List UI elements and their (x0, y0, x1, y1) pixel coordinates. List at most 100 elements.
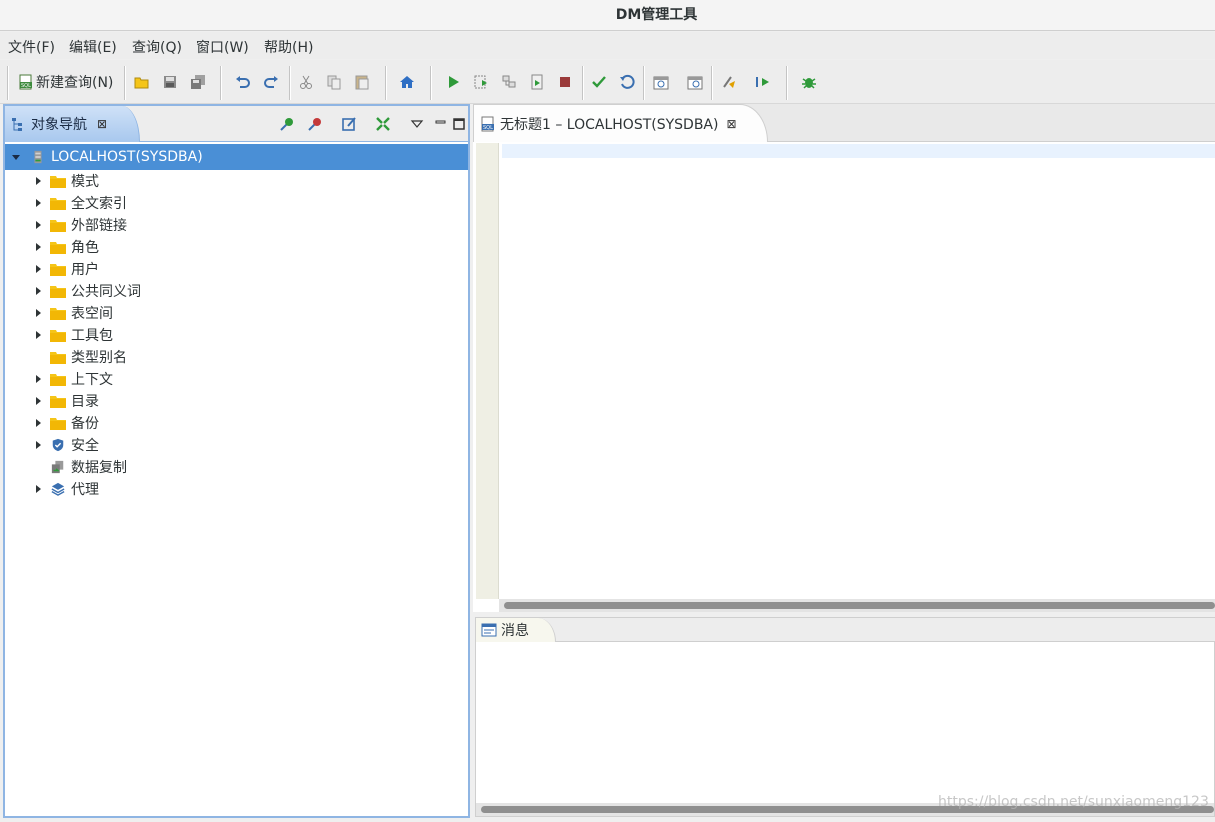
caret-right-icon[interactable] (31, 262, 45, 276)
tree-item[interactable]: 模式 (5, 170, 468, 192)
tree-item[interactable]: 目录 (5, 390, 468, 412)
tree-item-label: 模式 (71, 174, 99, 190)
tree-item[interactable]: 备份 (5, 412, 468, 434)
tree-item-label: 全文索引 (71, 196, 127, 212)
current-line-highlight[interactable] (502, 144, 1215, 158)
caret-right-icon[interactable] (31, 394, 45, 408)
menu-edit[interactable]: 编辑(E) (69, 37, 117, 57)
tree-item-label: 角色 (71, 240, 99, 256)
disconnect-button[interactable] (305, 114, 325, 134)
stop-button[interactable] (553, 70, 577, 94)
caret-right-icon[interactable] (31, 306, 45, 320)
caret-right-icon[interactable] (31, 416, 45, 430)
step-button[interactable] (751, 70, 775, 94)
redo-button[interactable] (259, 70, 283, 94)
menu-window[interactable]: 窗口(W) (196, 37, 249, 57)
tree-item[interactable]: 工具包 (5, 324, 468, 346)
explain-button[interactable] (497, 70, 521, 94)
run-button[interactable] (441, 70, 465, 94)
caret-right-icon[interactable] (31, 196, 45, 210)
undo-button[interactable] (231, 70, 255, 94)
database-icon (29, 149, 47, 165)
tree-item[interactable]: 用户 (5, 258, 468, 280)
maximize-button[interactable] (449, 114, 469, 134)
tree-item[interactable]: 角色 (5, 236, 468, 258)
tree-item[interactable]: 上下文 (5, 368, 468, 390)
navigator-header: 对象导航 ⊠ (5, 106, 468, 142)
editor-horizontal-scrollbar[interactable] (499, 599, 1215, 612)
tree-item[interactable]: 全文索引 (5, 192, 468, 214)
paste-button[interactable] (350, 70, 374, 94)
caret-right-icon[interactable] (31, 438, 45, 452)
tree-item[interactable]: 类型别名 (5, 346, 468, 368)
navigator-tree: LOCALHOST(SYSDBA) 模式全文索引外部链接角色用户公共同义词表空间… (5, 144, 468, 500)
debug-button[interactable] (797, 70, 821, 94)
caret-right-icon[interactable] (31, 218, 45, 232)
caret-right-icon[interactable] (31, 328, 45, 342)
tree-root-localhost[interactable]: LOCALHOST(SYSDBA) (5, 144, 468, 170)
caret-right-icon[interactable] (31, 372, 45, 386)
tree-item-label: 备份 (71, 416, 99, 432)
tab-messages[interactable]: 消息 (476, 618, 556, 642)
commit-button[interactable] (587, 70, 611, 94)
toolbar-separator (643, 66, 645, 100)
scrollbar-thumb[interactable] (504, 602, 1215, 609)
sql-file-icon: SQL (19, 74, 32, 90)
tab-object-navigator[interactable]: 对象导航 ⊠ (5, 106, 140, 142)
copy-button[interactable] (322, 70, 346, 94)
run-selection-button[interactable] (469, 70, 493, 94)
cut-button[interactable] (294, 70, 318, 94)
new-query-button[interactable]: SQL 新建查询(N) (18, 70, 113, 94)
tab-untitled-query[interactable]: SQL 无标题1 – LOCALHOST(SYSDBA) ⊠ (473, 104, 768, 142)
editor-tab-label: 无标题1 – LOCALHOST(SYSDBA) (500, 116, 719, 133)
folder-icon (49, 195, 67, 211)
expand-all-button[interactable] (373, 114, 393, 134)
tree-item-label: 数据复制 (71, 460, 127, 476)
format-icon (723, 76, 735, 88)
tree-item[interactable]: 安全 (5, 434, 468, 456)
caret-right-icon[interactable] (31, 482, 45, 496)
caret-right-icon[interactable] (31, 174, 45, 188)
tree-item[interactable]: 外部链接 (5, 214, 468, 236)
home-button[interactable] (395, 70, 419, 94)
minimize-icon (435, 120, 446, 124)
run-script-button[interactable] (525, 70, 549, 94)
run-script-icon (531, 74, 543, 90)
schedule-alt-button[interactable] (683, 70, 707, 94)
editor-tabs: SQL 无标题1 – LOCALHOST(SYSDBA) ⊠ (473, 104, 1215, 142)
edit-button[interactable] (339, 114, 359, 134)
connect-button[interactable] (277, 114, 297, 134)
close-icon[interactable]: ⊠ (97, 117, 107, 131)
open-button[interactable] (130, 70, 154, 94)
messages-tab-label: 消息 (501, 623, 529, 639)
folder-icon (49, 283, 67, 299)
rollback-button[interactable] (615, 70, 639, 94)
tree-item-label: 用户 (71, 262, 99, 278)
tree-item[interactable]: 代理 (5, 478, 468, 500)
tree-item[interactable]: 公共同义词 (5, 280, 468, 302)
schedule-button[interactable] (649, 70, 673, 94)
schedule-alt-icon (687, 76, 703, 90)
caret-right-icon[interactable] (31, 240, 45, 254)
tree-item-label: 代理 (71, 482, 99, 498)
folder-icon (49, 327, 67, 343)
undo-icon (236, 76, 250, 88)
caret-right-icon[interactable] (31, 284, 45, 298)
menu-file[interactable]: 文件(F) (8, 37, 55, 57)
save-all-button[interactable] (186, 70, 210, 94)
close-icon[interactable]: ⊠ (726, 117, 736, 131)
save-button[interactable] (158, 70, 182, 94)
minimize-button[interactable] (431, 114, 451, 134)
toolbar-separator (430, 66, 432, 100)
tree-item[interactable]: 表空间 (5, 302, 468, 324)
caret-down-icon[interactable] (9, 150, 23, 164)
message-icon (481, 623, 497, 637)
watermark: https://blog.csdn.net/sunxiaomeng123 (938, 794, 1209, 810)
menu-help[interactable]: 帮助(H) (264, 37, 313, 57)
tree-item-label: 公共同义词 (71, 284, 141, 300)
menu-query[interactable]: 查询(Q) (132, 37, 182, 57)
view-menu-button[interactable] (407, 114, 427, 134)
tree-item[interactable]: 数据复制 (5, 456, 468, 478)
format-button[interactable] (717, 70, 741, 94)
